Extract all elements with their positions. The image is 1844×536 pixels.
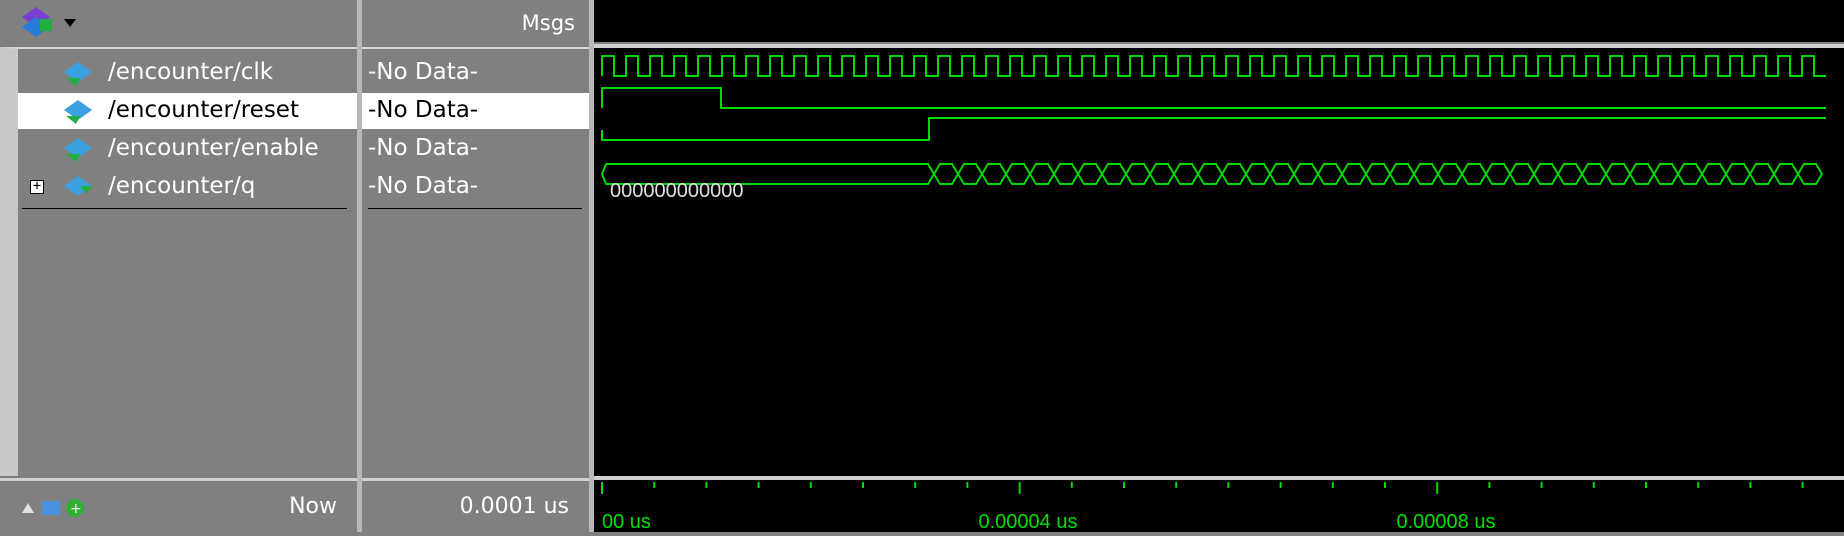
q-bus-segment (1580, 163, 1608, 185)
q-bus-segment (1436, 163, 1464, 185)
q-bus-segment (1676, 163, 1704, 185)
msgs-footer: 0.0001 us (362, 478, 589, 532)
msg-divider (368, 208, 582, 209)
q-bus-segment (1772, 163, 1800, 185)
wave-header (594, 0, 1844, 42)
msg-row: -No Data- (362, 169, 589, 205)
msg-row: -No Data- (362, 55, 589, 91)
q-bus-segment (1460, 163, 1488, 185)
q-bus-segment (980, 163, 1008, 185)
wave-pane[interactable]: 000000000000 (594, 44, 1844, 476)
q-bus-segment (1724, 163, 1752, 185)
q-bus-segment (1604, 163, 1632, 185)
reset-waveform (601, 87, 1826, 109)
svg-text:+: + (70, 501, 82, 517)
wave-tool-icon[interactable] (20, 5, 76, 41)
q-bus-segment (1268, 163, 1296, 185)
signal-icon (64, 100, 92, 124)
signal-row-q[interactable]: + /encounter/q (18, 169, 357, 205)
signal-name: /encounter/q (108, 173, 256, 199)
q-bus-segment (1028, 163, 1056, 185)
q-bus-segment (1388, 163, 1416, 185)
q-bus-segment (1124, 163, 1152, 185)
enable-waveform (601, 117, 1826, 141)
expand-plus-icon[interactable]: + (30, 179, 44, 194)
signal-name: /encounter/enable (108, 135, 319, 161)
bus-signal-icon (64, 176, 92, 196)
time-axis-label: 0.00008 us (1397, 511, 1496, 532)
insertion-cursor-line (22, 208, 347, 209)
waveform-canvas[interactable]: 000000000000 (594, 48, 1844, 476)
q-bus-segment (1364, 163, 1392, 185)
q-bus-segment (1172, 163, 1200, 185)
msg-value: -No Data- (368, 59, 479, 85)
q-bus-segment (1244, 163, 1272, 185)
q-bus-segment (1748, 163, 1776, 185)
signal-row-enable[interactable]: /encounter/enable (18, 131, 357, 167)
msg-value: -No Data- (368, 97, 479, 123)
q-bus-segment (1100, 163, 1128, 185)
bus-value-label: 000000000000 (610, 180, 743, 202)
q-bus-segment (1220, 163, 1248, 185)
q-bus-segment (1508, 163, 1536, 185)
q-bus-segment (1004, 163, 1032, 185)
q-bus-segment (1628, 163, 1656, 185)
signal-name: /encounter/clk (108, 59, 274, 85)
msg-value: -No Data- (368, 173, 479, 199)
clk-waveform (601, 55, 1826, 77)
signal-row-reset[interactable]: /encounter/reset (18, 93, 357, 129)
signal-names-pane: /encounter/clk /encounter/reset /encount… (0, 47, 357, 476)
q-bus-segment (1484, 163, 1512, 185)
q-bus-segment (1532, 163, 1560, 185)
q-bus-segment (956, 163, 984, 185)
time-axis-label: 0.00004 us (979, 511, 1078, 532)
now-label: Now (289, 494, 337, 519)
names-footer: + Now (0, 478, 357, 532)
q-bus-segment (1796, 163, 1824, 185)
q-bus-segment (1148, 163, 1176, 185)
q-bus-segment (1700, 163, 1728, 185)
msgs-pane: -No Data- -No Data- -No Data- -No Data- (362, 47, 589, 476)
q-bus-segment (1412, 163, 1440, 185)
signal-icon (64, 62, 92, 86)
msgs-header-label: Msgs (521, 10, 575, 35)
q-bus-segment (1196, 163, 1224, 185)
q-bus-segment (1052, 163, 1080, 185)
footer-tool-icons: + (22, 499, 84, 517)
q-bus-segment (1556, 163, 1584, 185)
q-bus-segment (1316, 163, 1344, 185)
names-header (0, 0, 357, 45)
q-bus-segment (1292, 163, 1320, 185)
time-axis-label: 00 us (602, 511, 651, 532)
signal-row-clk[interactable]: /encounter/clk (18, 55, 357, 91)
q-bus-segment (1652, 163, 1680, 185)
msg-row: -No Data- (362, 93, 589, 129)
time-axis: 00 us 0.00004 us 0.00008 us (594, 476, 1844, 533)
q-bus-segment (1076, 163, 1104, 185)
q-bus-segment (932, 163, 960, 185)
q-bus-segment (1340, 163, 1368, 185)
signal-name: /encounter/reset (108, 97, 299, 123)
msg-value: -No Data- (368, 135, 479, 161)
now-value: 0.0001 us (459, 494, 569, 519)
msg-row: -No Data- (362, 131, 589, 167)
time-axis-canvas: 00 us 0.00004 us 0.00008 us (601, 482, 1804, 533)
msgs-header: Msgs (362, 0, 589, 45)
signal-icon (64, 138, 92, 162)
